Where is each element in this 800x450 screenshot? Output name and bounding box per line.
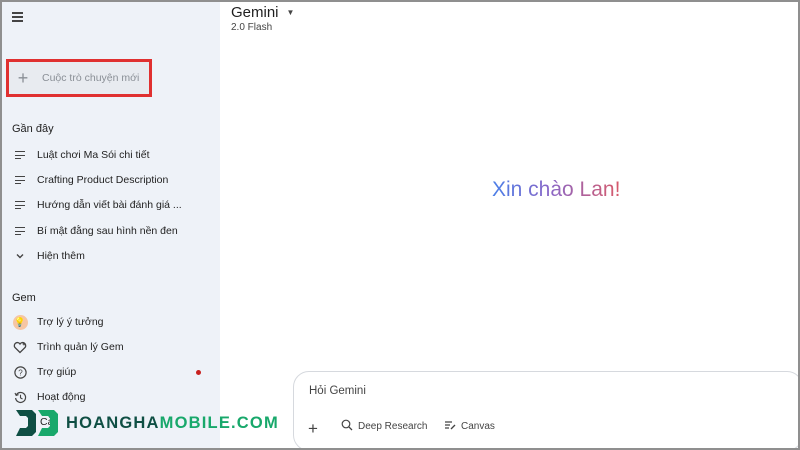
watermark-logo: HOANGHAMOBILE.COM <box>12 403 279 443</box>
gem-item-label: Trợ lý ý tưởng <box>37 316 104 328</box>
menu-icon[interactable] <box>12 10 28 24</box>
gem-section-title: Gem <box>12 292 36 304</box>
chat-lines-icon <box>12 147 28 163</box>
sidebar: + Cuộc trò chuyện mới Gần đây Luật chơi … <box>2 2 220 448</box>
canvas-icon <box>444 419 456 434</box>
gem-heart-icon <box>12 339 28 355</box>
recent-chat-label: Luật chơi Ma Sói chi tiết <box>37 149 150 161</box>
plus-icon: + <box>308 419 318 438</box>
canvas-button[interactable]: Canvas <box>444 419 495 434</box>
canvas-label: Canvas <box>461 421 495 432</box>
prompt-input[interactable]: Hỏi Gemini <box>309 385 366 397</box>
watermark-text-part1: HOANGHA <box>66 413 160 432</box>
chat-lines-icon <box>12 197 28 213</box>
gem-manager-button[interactable]: Trình quản lý Gem <box>12 337 212 357</box>
add-attachment-button[interactable]: + <box>308 419 323 439</box>
deep-research-icon <box>341 419 353 434</box>
recent-chat-item[interactable]: Hướng dẫn viết bài đánh giá ... <box>12 195 212 215</box>
chat-lines-icon <box>12 223 28 239</box>
show-more-label: Hiện thêm <box>37 250 85 262</box>
chat-lines-icon <box>12 172 28 188</box>
model-version: 2.0 Flash <box>231 22 273 33</box>
svg-text:?: ? <box>18 368 23 377</box>
new-chat-button[interactable]: + Cuộc trò chuyện mới <box>6 59 152 97</box>
brand-mark-icon <box>12 404 62 442</box>
gem-item-idea-assistant[interactable]: 💡 Trợ lý ý tưởng <box>12 312 212 332</box>
new-chat-label: Cuộc trò chuyện mới <box>42 72 140 84</box>
show-more-button[interactable]: Hiện thêm <box>12 246 212 266</box>
lightbulb-icon: 💡 <box>12 314 28 330</box>
deep-research-label: Deep Research <box>358 421 428 432</box>
watermark-text: HOANGHAMOBILE.COM <box>66 414 279 433</box>
recent-chat-label: Bí mật đằng sau hình nền đen <box>37 225 178 237</box>
gem-item-label: Trình quản lý Gem <box>37 341 124 353</box>
app-window: + Cuộc trò chuyện mới Gần đây Luật chơi … <box>2 2 798 448</box>
recent-section-title: Gần đây <box>12 123 54 135</box>
activity-label: Hoạt động <box>37 391 86 403</box>
greeting-text: Xin chào Lan! <box>492 178 621 201</box>
help-icon: ? <box>12 364 28 380</box>
plus-icon: + <box>17 68 29 88</box>
recent-chat-item[interactable]: Luật chơi Ma Sói chi tiết <box>12 145 212 165</box>
caret-down-icon: ▼ <box>286 8 295 17</box>
recent-chat-item[interactable]: Crafting Product Description <box>12 170 212 190</box>
help-button[interactable]: ? Trợ giúp <box>12 362 212 382</box>
prompt-composer[interactable]: Hỏi Gemini + Deep Research Canvas <box>293 371 798 448</box>
chevron-down-icon <box>12 248 28 264</box>
model-name: Gemini <box>231 4 279 21</box>
deep-research-button[interactable]: Deep Research <box>341 419 427 434</box>
recent-chat-label: Hướng dẫn viết bài đánh giá ... <box>37 199 182 211</box>
watermark-text-part2: MOBILE.COM <box>159 413 279 432</box>
main-panel: Gemini ▼ 2.0 Flash Xin chào Lan! Hỏi Gem… <box>220 2 798 448</box>
recent-chat-label: Crafting Product Description <box>37 174 169 186</box>
notification-dot <box>196 370 201 375</box>
recent-chat-item[interactable]: Bí mật đằng sau hình nền đen <box>12 221 212 241</box>
model-selector[interactable]: Gemini ▼ <box>231 4 294 21</box>
help-label: Trợ giúp <box>37 366 77 378</box>
